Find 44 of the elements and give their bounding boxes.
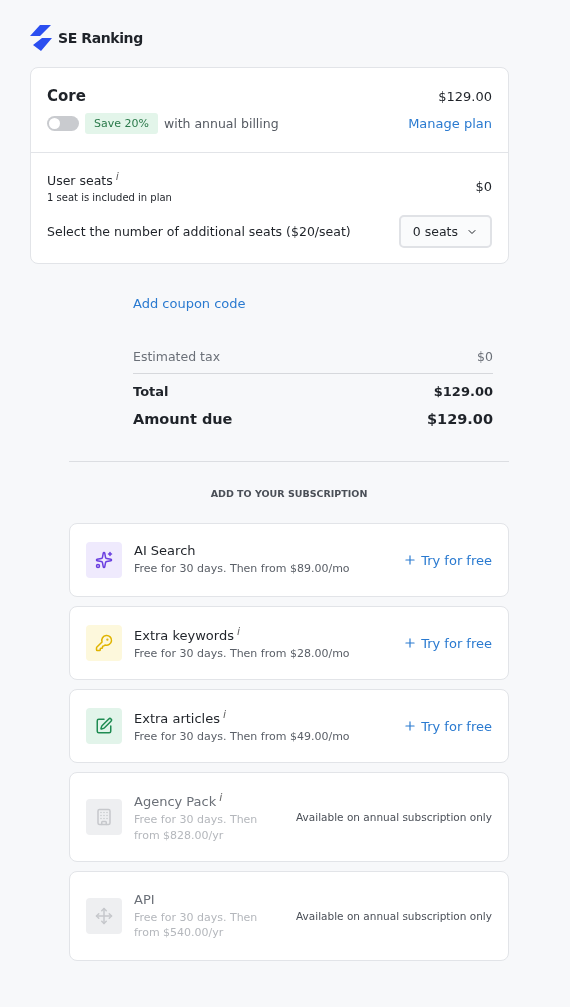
addon-name: Extra articles $^{i}$ — [134, 707, 228, 727]
addon-description: Free for 30 days. Then from $49.00/mo — [134, 729, 351, 745]
manage-plan-link[interactable]: Manage plan — [408, 116, 492, 131]
plus-icon — [403, 719, 418, 734]
logo-icon — [30, 25, 52, 51]
building-icon — [86, 799, 122, 836]
seats-note: 1 seat is included in plan — [47, 192, 172, 204]
seats-select[interactable]: 0 seats — [398, 215, 492, 249]
addon-name: AI Search — [134, 543, 197, 559]
key-icon — [86, 625, 122, 662]
seats-price: $0 — [475, 179, 492, 195]
summary-value: $0 — [477, 349, 493, 365]
billing-note: with annual billing — [163, 116, 279, 131]
addon-description: Free for 30 days. Then from $28.00/mo — [134, 646, 351, 662]
summary-label: Amount due — [133, 411, 233, 428]
addon-description: Free for 30 days. Then from $540.00/yr — [134, 909, 259, 941]
try-free-button[interactable]: Try for free — [403, 718, 492, 734]
plus-icon — [403, 636, 418, 651]
availability-note: Available on annual subscription only — [296, 811, 492, 824]
billing-toggle[interactable] — [47, 116, 79, 131]
edit-icon — [86, 708, 122, 745]
addon-description: Free for 30 days. Then from $828.00/yr — [134, 812, 259, 844]
section-heading: ADD TO YOUR SUBSCRIPTION — [209, 488, 369, 500]
sparkles-icon — [86, 542, 122, 579]
availability-note: Available on annual subscription only — [296, 910, 492, 923]
summary-value: $129.00 — [426, 411, 493, 428]
plus-icon — [403, 553, 418, 568]
summary-value: $129.00 — [433, 384, 493, 400]
plan-price: $129.00 — [438, 88, 492, 104]
brand-name: SE Ranking — [58, 30, 143, 46]
summary-label: Total — [133, 384, 169, 400]
addon-name: Extra keywords $^{i}$ — [134, 624, 241, 644]
try-free-button[interactable]: Try for free — [403, 635, 492, 651]
coupon-link[interactable]: Add coupon code — [133, 296, 246, 312]
addon-name: Agency Pack $^{i}$ — [134, 791, 224, 810]
summary-label: Estimated tax — [133, 349, 221, 365]
seats-prompt: Select the number of additional seats ($20/seat) — [47, 224, 351, 240]
move-icon — [86, 898, 122, 935]
seats-title: User seats $^{i}$ — [47, 170, 119, 189]
addon-description: Free for 30 days. Then from $89.00/mo — [134, 561, 351, 577]
addon-name: API — [134, 891, 156, 907]
save-badge: Save 20% — [85, 113, 158, 134]
try-free-button[interactable]: Try for free — [403, 552, 492, 568]
plan-name: Core — [47, 87, 86, 105]
